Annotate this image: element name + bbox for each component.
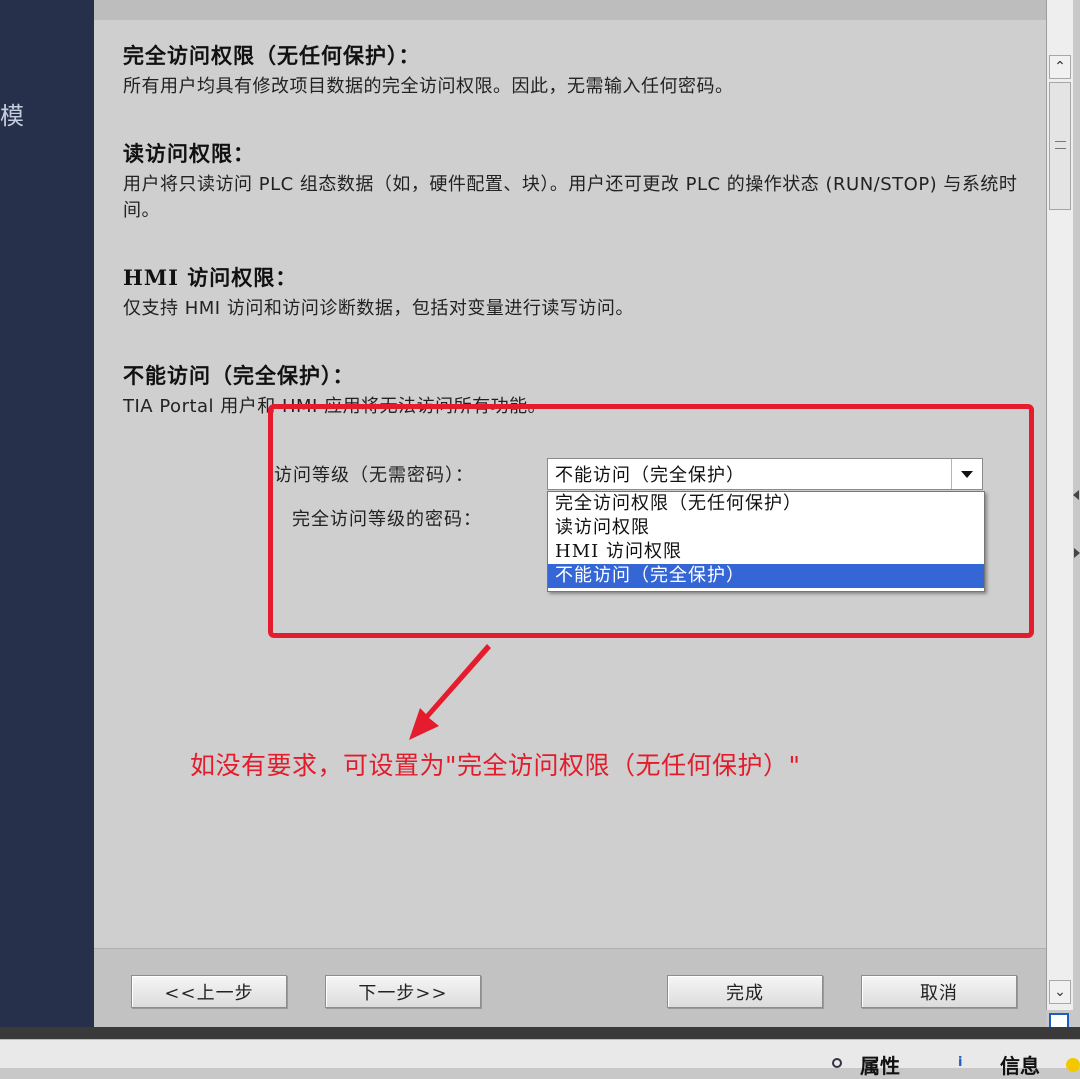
chevron-up-icon: ⌃: [1054, 59, 1066, 75]
section-title: 读访问权限：: [123, 141, 255, 166]
grip-icon: [1055, 141, 1066, 149]
section-description: 所有用户均具有修改项目数据的完全访问权限。因此，无需输入任何密码。: [123, 76, 734, 97]
section-title: HMI 访问权限：: [123, 265, 298, 290]
scroll-up-button[interactable]: ⌃: [1049, 55, 1071, 79]
scroll-down-button[interactable]: ⌄: [1049, 980, 1071, 1004]
access-level-dropdown-list: 完全访问权限（无任何保护） 读访问权限 HMI 访问权限 不能访问（完全保护）: [547, 491, 985, 592]
section-description: 用户将只读访问 PLC 组态数据（如，硬件配置、块）。用户还可更改 PLC 的操…: [123, 174, 1018, 221]
access-level-selected-value: 不能访问（完全保护）: [555, 465, 745, 486]
password-label: 完全访问等级的密码：: [292, 509, 482, 530]
previous-step-button[interactable]: <<上一步: [131, 975, 287, 1008]
section-description: TIA Portal 用户和 HMI 应用将无法访问所有功能。: [123, 396, 547, 417]
access-level-label: 访问等级（无需密码）：: [274, 465, 474, 486]
section-title: 完全访问权限（无任何保护）：: [123, 43, 421, 68]
chevron-down-icon: [961, 470, 973, 478]
annotation-note: 如没有要求，可设置为"完全访问权限（无任何保护）": [190, 751, 801, 780]
collapse-left-icon[interactable]: [1073, 490, 1079, 500]
tab-properties[interactable]: 属性: [860, 1050, 900, 1079]
dropdown-option-full-access[interactable]: 完全访问权限（无任何保护）: [548, 492, 984, 516]
finish-button[interactable]: 完成: [667, 975, 823, 1008]
dropdown-toggle-button[interactable]: [951, 459, 982, 489]
section-description: 仅支持 HMI 访问和访问诊断数据，包括对变量进行读写访问。: [123, 298, 634, 319]
annotation-arrow: [409, 644, 491, 740]
scrollbar-thumb[interactable]: [1049, 82, 1071, 210]
nav-label[interactable]: 模: [0, 96, 24, 131]
section-title: 不能访问（完全保护）：: [123, 363, 355, 388]
top-strip: [94, 0, 1046, 20]
dropdown-option-read-access[interactable]: 读访问权限: [548, 516, 984, 540]
dropdown-option-hmi-access[interactable]: HMI 访问权限: [548, 540, 984, 564]
section-full-access: 完全访问权限（无任何保护）： 所有用户均具有修改项目数据的完全访问权限。因此，无…: [123, 40, 1023, 100]
tab-info[interactable]: 信息: [1000, 1050, 1040, 1079]
left-navigation-panel: 模: [0, 0, 94, 1027]
section-read-access: 读访问权限： 用户将只读访问 PLC 组态数据（如，硬件配置、块）。用户还可更改…: [123, 138, 1023, 224]
section-hmi-access: HMI 访问权限： 仅支持 HMI 访问和访问诊断数据，包括对变量进行读写访问。: [123, 262, 1023, 322]
cancel-button[interactable]: 取消: [861, 975, 1017, 1008]
inspector-tab-strip: [0, 1039, 1080, 1068]
next-step-button[interactable]: 下一步>>: [325, 975, 481, 1008]
dropdown-option-no-access[interactable]: 不能访问（完全保护）: [548, 564, 984, 588]
section-no-access: 不能访问（完全保护）： TIA Portal 用户和 HMI 应用将无法访问所有…: [123, 360, 1023, 420]
expand-right-icon[interactable]: [1074, 548, 1080, 558]
chevron-down-icon: ⌄: [1054, 984, 1066, 1000]
access-level-select[interactable]: 不能访问（完全保护）: [547, 458, 983, 490]
warning-icon: [1066, 1058, 1080, 1072]
separator-bar: [0, 1027, 1080, 1039]
